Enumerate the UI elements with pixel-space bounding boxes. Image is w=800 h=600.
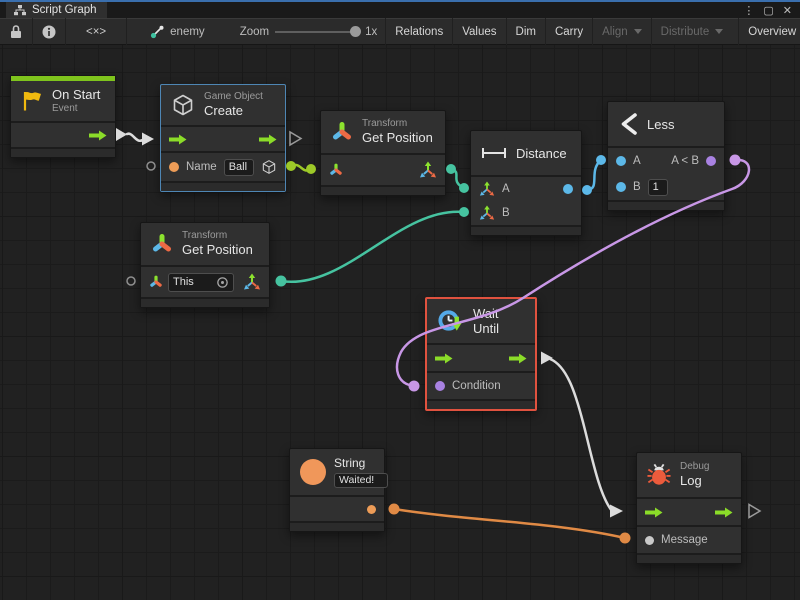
string-value: Waited! [339,474,374,487]
cube-icon [171,93,195,117]
game-object-out-port[interactable] [261,159,277,175]
node-distance[interactable]: Distance A B [470,130,582,236]
flow-out-port[interactable] [715,507,733,518]
node-footer [637,555,741,563]
node-header: Distance [471,131,581,175]
a-in-port[interactable] [616,156,626,166]
string-value-field[interactable]: Waited! [334,473,388,488]
vector3-out-port[interactable] [419,161,437,179]
b-label: B [502,207,510,219]
node-footer [290,523,384,531]
node-footer [161,183,285,191]
name-value-field[interactable]: Ball [224,159,254,176]
node-group: Game Object [204,91,263,103]
node-header: Debug Log [637,453,741,497]
node-header: String Waited! [290,449,384,495]
node-header: On Start Event [11,81,115,121]
node-title: On Start [52,87,100,103]
node-footer [321,187,445,195]
node-title: Get Position [182,242,253,258]
flow-out-port[interactable] [89,130,107,141]
node-title: Log [680,473,709,489]
condition-in-port[interactable] [435,381,445,391]
flow-out-port[interactable] [509,353,527,364]
node-title: Distance [516,146,567,161]
transform-icon [151,233,173,255]
node-title: Get Position [362,130,433,146]
unity-script-graph-window: Script Graph ⋮ ▢ ✕ <×> enemy Zoom 1x [0,0,800,600]
node-title: Create [204,103,263,119]
wait-clock-icon [437,308,464,335]
result-label: A < B [671,155,699,167]
bug-icon [647,463,671,487]
distance-icon [481,147,507,159]
node-header: Game Object Create [161,85,285,125]
transform-in-port[interactable] [329,163,343,177]
name-value: Ball [229,160,247,175]
message-in-port[interactable] [645,536,654,545]
b-label: B [633,181,641,193]
node-footer [141,299,269,307]
string-type-icon [300,459,326,485]
node-title: Wait Until [473,306,525,336]
node-header: Wait Until [427,299,535,343]
target-picker-icon[interactable] [216,276,229,289]
node-get-position-top[interactable]: Transform Get Position [320,110,446,196]
name-input-port[interactable] [169,162,179,172]
node-debug-log[interactable]: Debug Log Message [636,452,742,564]
result-out-port[interactable] [706,156,716,166]
a-label: A [633,155,641,167]
flow-in-port[interactable] [645,507,663,518]
vector3-a-in-port[interactable] [479,181,495,197]
result-out-port[interactable] [563,184,573,194]
node-less[interactable]: Less A A < B B 1 [607,101,725,211]
node-title: String [334,456,388,470]
b-in-port[interactable] [616,182,626,192]
target-value: This [173,274,194,291]
node-get-position-bottom[interactable]: Transform Get Position This [140,222,270,308]
this-target-field[interactable]: This [168,273,234,292]
node-on-start-event[interactable]: On Start Event [10,75,116,158]
a-label: A [502,183,510,195]
b-value-field[interactable]: 1 [648,179,668,196]
condition-label: Condition [452,380,501,392]
b-value: 1 [653,180,659,195]
vector3-b-in-port[interactable] [479,205,495,221]
node-category: Event [52,103,100,115]
node-header: Transform Get Position [321,111,445,153]
node-footer [427,401,535,409]
name-label: Name [186,161,217,173]
node-wait-until[interactable]: Wait Until Condition [425,297,537,411]
node-header: Transform Get Position [141,223,269,265]
node-title: Less [647,117,674,132]
node-create-game-object[interactable]: Game Object Create Name Ball [160,84,286,192]
flow-in-port[interactable] [435,353,453,364]
flow-in-port[interactable] [169,134,187,145]
node-footer [11,149,115,157]
node-group: Debug [680,461,709,473]
node-group: Transform [362,118,433,130]
less-than-icon [620,113,638,135]
string-out-port[interactable] [367,505,376,514]
transform-in-port[interactable] [149,275,163,289]
node-footer [608,202,724,210]
vector3-out-port[interactable] [243,273,261,291]
node-string-literal[interactable]: String Waited! [289,448,385,532]
transform-icon [331,121,353,143]
flow-out-port[interactable] [259,134,277,145]
node-footer [471,227,581,235]
node-group: Transform [182,230,253,242]
flag-icon [21,90,43,112]
message-label: Message [661,534,708,546]
node-header: Less [608,102,724,146]
